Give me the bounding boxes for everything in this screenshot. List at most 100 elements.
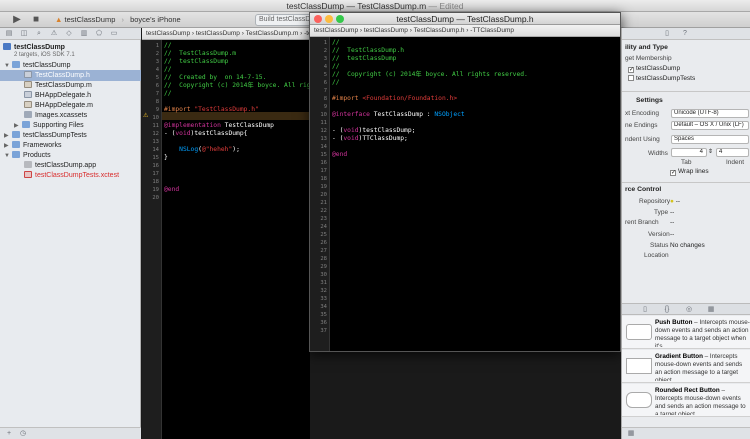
code-line[interactable]: // Created by on 14-7-15. xyxy=(164,74,266,82)
line-number[interactable]: 2 xyxy=(310,47,330,55)
code-line[interactable]: #import <Foundation/Foundation.h> xyxy=(332,95,457,103)
code-line[interactable]: // testClassDump xyxy=(332,55,396,63)
file-template-icon[interactable]: ▯ xyxy=(640,305,650,315)
code-line[interactable]: @interface TestClassDump : NSObject xyxy=(332,111,465,119)
line-number[interactable]: 17 xyxy=(310,167,330,175)
line-number[interactable]: 2 xyxy=(142,50,162,58)
code-line[interactable]: // xyxy=(164,66,172,74)
line-number[interactable]: 17 xyxy=(142,170,162,178)
minimize-icon[interactable] xyxy=(325,15,333,23)
line-number[interactable]: 16 xyxy=(142,162,162,170)
line-number[interactable]: 18 xyxy=(310,175,330,183)
jump-bar[interactable]: testClassDump › testClassDump › TestClas… xyxy=(142,28,310,40)
line-number[interactable]: 19 xyxy=(310,183,330,191)
line-number[interactable]: 31 xyxy=(310,279,330,287)
line-number[interactable]: 9 xyxy=(142,106,162,114)
line-number[interactable]: 36 xyxy=(310,319,330,327)
line-number[interactable]: 30 xyxy=(310,271,330,279)
code-line[interactable]: @end xyxy=(164,186,179,194)
jump-bar[interactable]: testClassDump › testClassDump › TestClas… xyxy=(310,25,620,37)
line-number[interactable]: 12 xyxy=(310,127,330,135)
line-number[interactable]: 6 xyxy=(310,79,330,87)
line-number[interactable]: 26 xyxy=(310,239,330,247)
line-number[interactable]: 33 xyxy=(310,295,330,303)
folder-icon[interactable]: ▤ xyxy=(4,29,14,39)
wrap-lines-row[interactable]: ✓ Wrap lines xyxy=(670,168,709,176)
text-encoding-select[interactable]: Unicode (UTF-8) xyxy=(671,109,749,118)
quick-help-icon[interactable]: ? xyxy=(680,29,690,39)
line-number[interactable]: 18 xyxy=(142,178,162,186)
line-number[interactable]: 7 xyxy=(310,87,330,95)
grid-view-icon[interactable]: ▦ xyxy=(626,429,636,439)
code-line[interactable]: // TestClassDump.m xyxy=(164,50,236,58)
line-number[interactable]: 11 xyxy=(310,119,330,127)
symbol-icon[interactable]: ◫ xyxy=(19,29,29,39)
tab-width-field[interactable]: 4 xyxy=(671,148,707,157)
close-icon[interactable] xyxy=(314,15,322,23)
checkbox[interactable]: ✓ xyxy=(670,170,676,176)
zoom-icon[interactable] xyxy=(336,15,344,23)
code-line[interactable]: @implementation TestClassDump xyxy=(164,122,274,130)
line-number[interactable]: 14 xyxy=(142,146,162,154)
code-line[interactable]: NSLog(@"heheh"); xyxy=(164,146,240,154)
line-number[interactable]: 16 xyxy=(310,159,330,167)
target-row[interactable]: testClassDumpTests xyxy=(628,75,695,82)
line-number[interactable]: 27 xyxy=(310,247,330,255)
code-line[interactable]: - (void)testClassDump{ xyxy=(164,130,247,138)
line-number[interactable]: 34 xyxy=(310,303,330,311)
code-line[interactable]: - (void)TTClassDump; xyxy=(332,135,408,143)
code-line[interactable]: } xyxy=(164,154,168,162)
tab-width-stepper-icon[interactable]: ⇕ xyxy=(708,148,713,155)
line-number[interactable]: 5 xyxy=(310,71,330,79)
line-number[interactable]: 11 xyxy=(142,122,162,130)
breakpoint-icon[interactable]: ⬠ xyxy=(94,29,104,39)
indent-using-select[interactable]: Spaces xyxy=(671,135,749,144)
file-inspector-icon[interactable]: ▯ xyxy=(662,29,672,39)
debug-icon[interactable]: ▥ xyxy=(79,29,89,39)
code-line[interactable]: // xyxy=(164,42,172,50)
library-item[interactable]: Push Button – Intercepts mouse-down even… xyxy=(622,316,750,349)
code-line[interactable]: // testClassDump xyxy=(164,58,228,66)
line-number[interactable]: 37 xyxy=(310,327,330,335)
line-number[interactable]: 19 xyxy=(142,186,162,194)
media-library-icon[interactable]: ▦ xyxy=(706,305,716,315)
code-line[interactable]: // TestClassDump.h xyxy=(332,47,404,55)
line-number[interactable]: 12 xyxy=(142,130,162,138)
line-number[interactable]: 4 xyxy=(142,66,162,74)
line-number[interactable]: 7 xyxy=(142,90,162,98)
line-number[interactable]: 23 xyxy=(310,215,330,223)
search-icon[interactable]: ⌕ xyxy=(34,29,44,39)
line-number[interactable]: 13 xyxy=(142,138,162,146)
line-number[interactable]: 8 xyxy=(142,98,162,106)
line-number[interactable]: 14 xyxy=(310,143,330,151)
library-item[interactable]: Rounded Rect Button – Intercepts mouse-d… xyxy=(622,384,750,417)
line-number[interactable]: 15 xyxy=(310,151,330,159)
line-number[interactable]: 9 xyxy=(310,103,330,111)
line-number[interactable]: 3 xyxy=(310,55,330,63)
code-line[interactable]: // xyxy=(332,63,340,71)
stop-button[interactable]: ■ xyxy=(29,14,43,26)
checkbox[interactable] xyxy=(628,75,634,81)
source-editor-left[interactable]: testClassDump › testClassDump › TestClas… xyxy=(142,28,314,439)
line-number[interactable]: 24 xyxy=(310,223,330,231)
run-button[interactable]: ▶ xyxy=(10,14,24,26)
line-number[interactable]: 20 xyxy=(142,194,162,202)
code-line[interactable]: // xyxy=(332,39,340,47)
code-snippet-icon[interactable]: {} xyxy=(662,305,672,315)
assistant-editor-window[interactable]: testClassDump — TestClassDump.h testClas… xyxy=(309,12,621,352)
code-line[interactable]: #import "TestClassDump.h" xyxy=(164,106,259,114)
line-number[interactable]: 28 xyxy=(310,255,330,263)
code-line[interactable]: - (void)testClassDump; xyxy=(332,127,415,135)
line-number[interactable]: 25 xyxy=(310,231,330,239)
log-icon[interactable]: ▭ xyxy=(109,29,119,39)
code-line[interactable]: // Copyright (c) 2014年 boyce. All righ xyxy=(164,82,314,90)
line-number[interactable]: 6 xyxy=(142,82,162,90)
line-number[interactable]: 1 xyxy=(310,39,330,47)
object-library-icon[interactable]: ◎ xyxy=(684,305,694,315)
line-endings-select[interactable]: Default – OS X / Unix (LF) xyxy=(671,121,749,130)
line-number[interactable]: 21 xyxy=(310,199,330,207)
code-line[interactable]: // Copyright (c) 2014年 boyce. All rights… xyxy=(332,71,528,79)
scheme-selector[interactable]: ▲ testClassDump › boyce's iPhone xyxy=(55,15,181,24)
line-number[interactable]: 5 xyxy=(142,74,162,82)
test-icon[interactable]: ◇ xyxy=(64,29,74,39)
